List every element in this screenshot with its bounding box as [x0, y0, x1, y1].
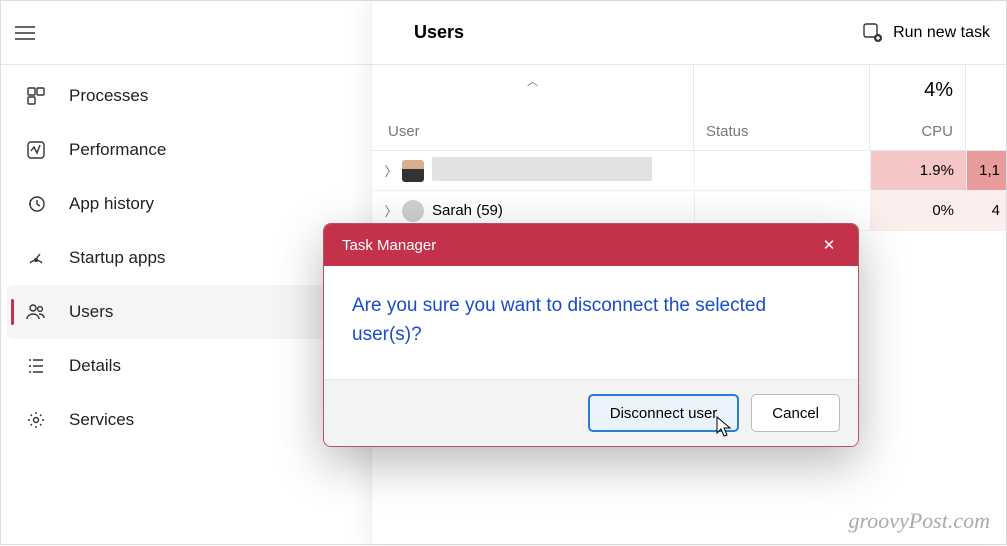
- sort-indicator-icon: ︿: [527, 73, 538, 89]
- user-name: Sarah (59): [432, 202, 694, 219]
- chevron-right-icon[interactable]: 〉: [372, 201, 402, 220]
- sidebar-item-label: Details: [69, 356, 121, 376]
- grid-icon: [25, 87, 47, 105]
- sidebar-item-label: Services: [69, 410, 134, 430]
- run-task-icon: [863, 23, 883, 43]
- history-icon: [25, 195, 47, 213]
- sidebar-item-startup-apps[interactable]: Startup apps: [1, 231, 371, 285]
- run-new-task-button[interactable]: Run new task: [863, 23, 990, 43]
- sidebar-item-users[interactable]: Users: [7, 285, 365, 339]
- sidebar-item-label: Startup apps: [69, 248, 165, 268]
- disconnect-user-button[interactable]: Disconnect user: [588, 394, 740, 432]
- cpu-cell: 0%: [870, 191, 966, 230]
- cpu-cell: 1.9%: [870, 151, 966, 190]
- sidebar-item-services[interactable]: Services: [1, 393, 371, 447]
- hamburger-menu[interactable]: [1, 26, 49, 40]
- activity-icon: [25, 141, 47, 159]
- column-cpu[interactable]: 4% CPU: [870, 65, 966, 150]
- sidebar-item-details[interactable]: Details: [1, 339, 371, 393]
- memory-cell: 4: [966, 191, 1006, 230]
- column-label: CPU: [921, 123, 953, 140]
- list-icon: [25, 357, 47, 375]
- column-label: Status: [706, 123, 749, 140]
- column-user[interactable]: ︿ User: [372, 65, 694, 150]
- sidebar-item-app-history[interactable]: App history: [1, 177, 371, 231]
- column-memory[interactable]: [966, 65, 1006, 150]
- sidebar-item-label: Performance: [69, 140, 166, 160]
- sidebar-item-performance[interactable]: Performance: [1, 123, 371, 177]
- status-cell: [694, 151, 870, 190]
- column-status[interactable]: Status: [694, 65, 870, 150]
- sidebar-item-label: App history: [69, 194, 154, 214]
- users-icon: [25, 303, 47, 321]
- gear-icon: [25, 411, 47, 429]
- page-title: Users: [414, 22, 464, 43]
- close-icon[interactable]: ✕: [814, 236, 844, 254]
- column-headers: ︿ User Status 4% CPU: [372, 65, 1006, 151]
- chevron-right-icon[interactable]: 〉: [372, 161, 402, 180]
- sidebar-item-label: Processes: [69, 86, 148, 106]
- cancel-button[interactable]: Cancel: [751, 394, 840, 432]
- avatar: [402, 160, 424, 182]
- run-task-label: Run new task: [893, 24, 990, 42]
- user-row[interactable]: 〉 1.9% 1,1: [372, 151, 1006, 191]
- sidebar-item-label: Users: [69, 302, 113, 322]
- dialog-message: Are you sure you want to disconnect the …: [324, 266, 858, 379]
- memory-cell: 1,1: [966, 151, 1006, 190]
- user-name-selected: [432, 157, 652, 181]
- sidebar: Processes Performance App history Startu…: [1, 65, 371, 546]
- avatar: [402, 200, 424, 222]
- sidebar-item-processes[interactable]: Processes: [1, 69, 371, 123]
- gauge-icon: [25, 249, 47, 267]
- confirm-dialog: Task Manager ✕ Are you sure you want to …: [323, 223, 859, 447]
- column-label: User: [388, 123, 420, 140]
- cpu-total-value: 4%: [924, 79, 953, 102]
- dialog-title: Task Manager: [342, 237, 436, 254]
- watermark: groovyPost.com: [848, 508, 990, 534]
